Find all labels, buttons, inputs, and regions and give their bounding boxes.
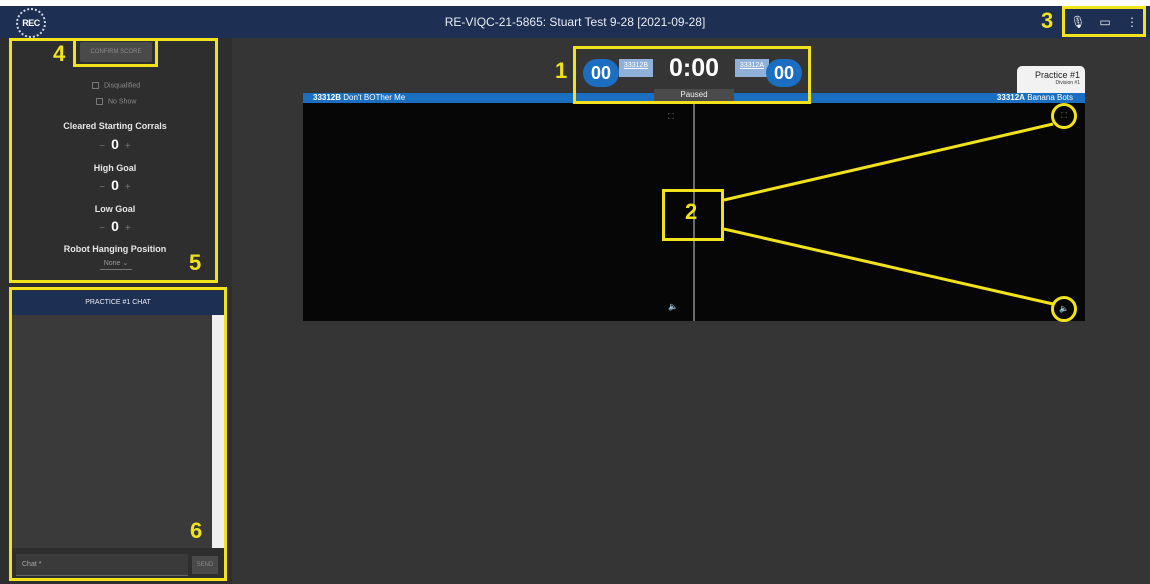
callout-lines [723, 122, 1054, 306]
callout-line-fullscreen [723, 122, 1054, 202]
fullscreen-icon[interactable]: ⛶ [1051, 103, 1077, 129]
callout-line-volume [723, 227, 1054, 306]
volume-icon[interactable]: 🔈 [1051, 296, 1077, 322]
